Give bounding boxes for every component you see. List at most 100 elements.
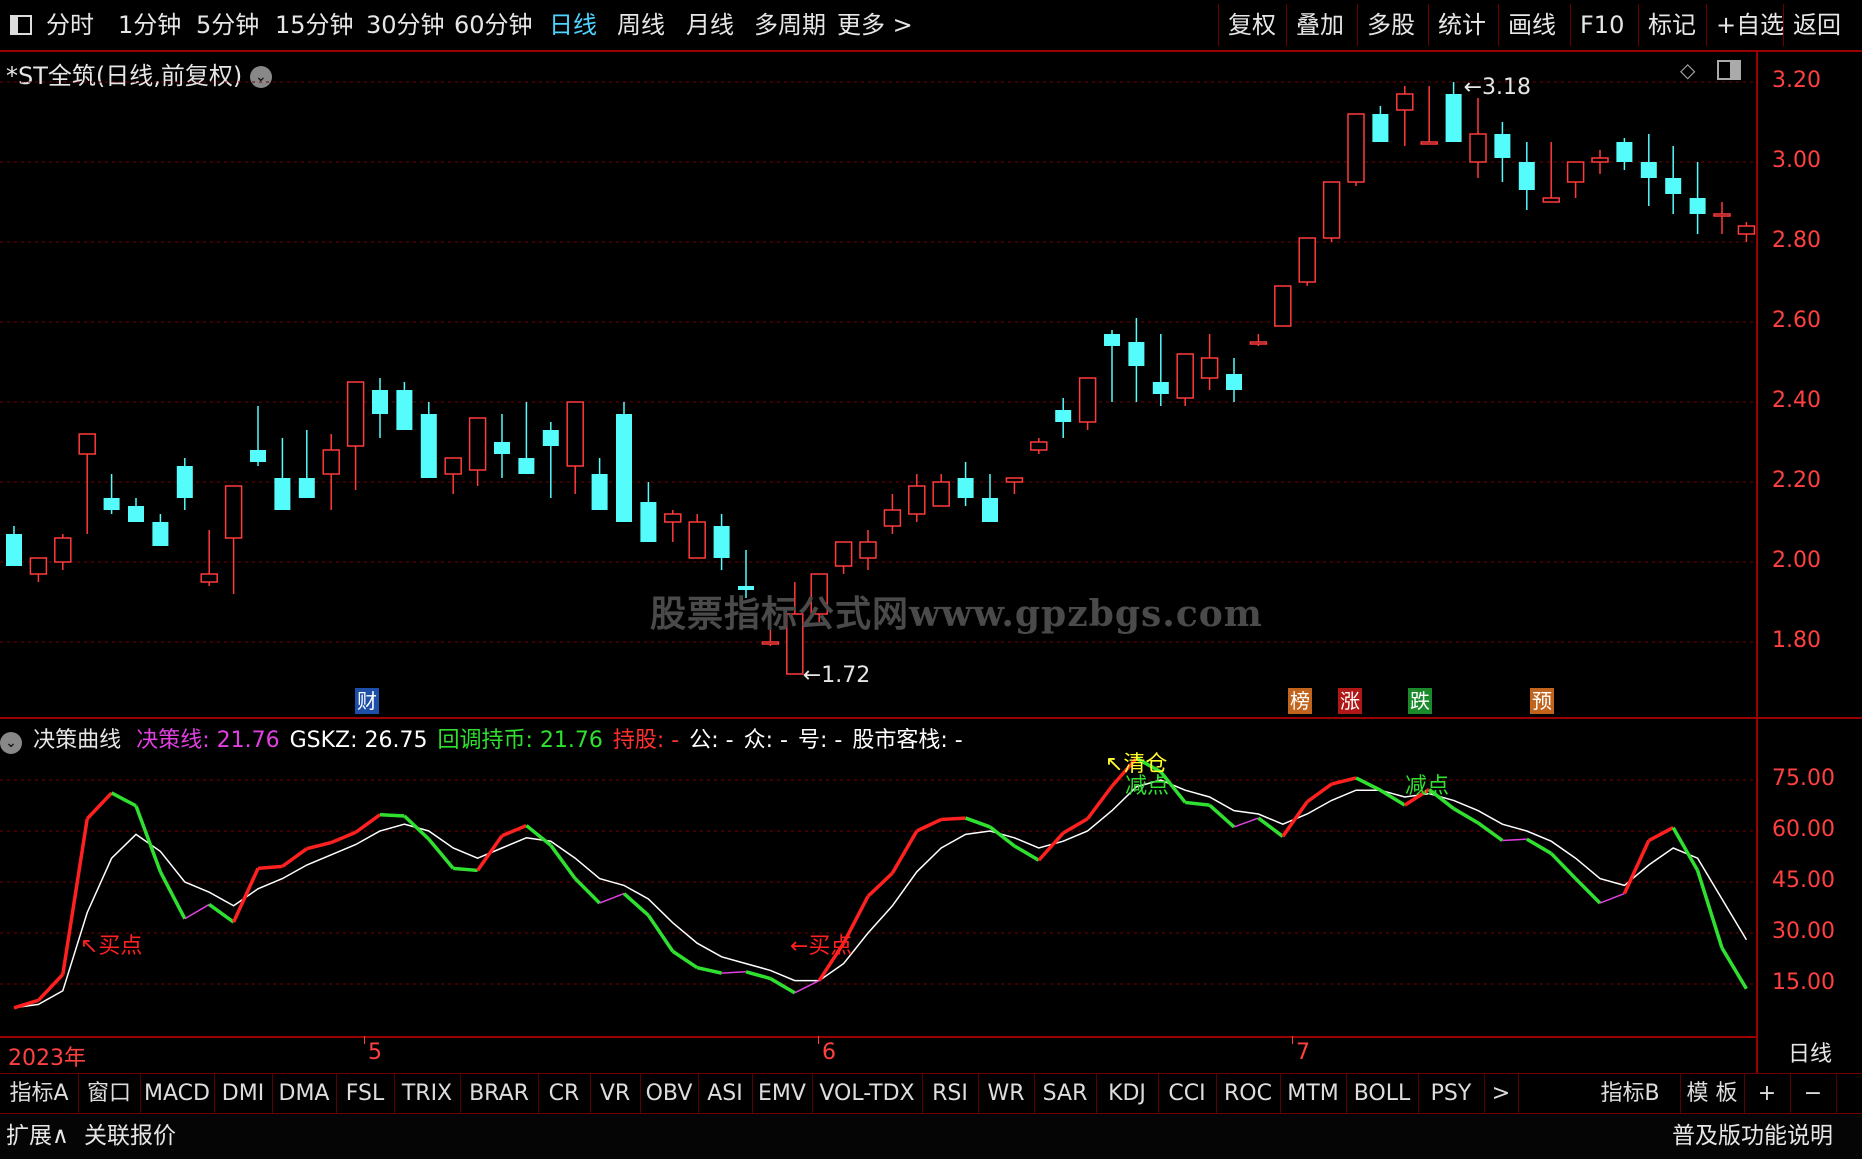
indicator-tab-23[interactable]: > (1484, 1074, 1519, 1114)
candle-body (322, 449, 340, 475)
decision-line-segment (1355, 776, 1382, 792)
toolbar-separator (1357, 4, 1358, 46)
indicator-tab-7[interactable]: BRAR (460, 1074, 539, 1114)
indicator-tab-0[interactable]: 指标A (0, 1074, 79, 1114)
indicator-tab-1[interactable]: 窗口 (78, 1074, 141, 1114)
period-tab-6[interactable]: 日线 (549, 0, 597, 50)
period-tab-7[interactable]: 周线 (617, 0, 665, 50)
indicator-tab-24[interactable]: 指标B (1580, 1074, 1681, 1114)
candle-body (444, 457, 462, 475)
indicator-tab-12[interactable]: EMV (752, 1074, 813, 1114)
decision-line-segment (1720, 947, 1748, 990)
buy-signal-1: ↖买点 (80, 934, 142, 959)
indicator-tab-9[interactable]: VR (590, 1074, 641, 1114)
decision-line-segment (1013, 844, 1040, 862)
indicator-tab-15[interactable]: WR (978, 1074, 1035, 1114)
event-tag-4[interactable]: 预 (1530, 688, 1554, 714)
candle-body (54, 537, 72, 563)
candle-body (6, 534, 22, 566)
candle-body (834, 541, 853, 567)
low-price-label: ←1.72 (803, 663, 870, 688)
indicator-tab-5[interactable]: FSL (336, 1074, 395, 1114)
candle-body (1104, 334, 1120, 346)
indicator-tab-8[interactable]: CR (538, 1074, 591, 1114)
price-y-tick: 2.20 (1772, 468, 1821, 493)
related-quotes-button[interactable]: 关联报价 (84, 1114, 176, 1159)
candle-body (1469, 133, 1487, 163)
period-tab-9[interactable]: 多周期 (754, 0, 826, 50)
x-axis-label-1: 5 (368, 1040, 382, 1065)
candle-body (200, 573, 218, 583)
indicator-tab-2[interactable]: MACD (140, 1074, 215, 1114)
indicator-tab-16[interactable]: SAR (1034, 1074, 1097, 1114)
candle-body (224, 485, 243, 539)
indicator-tab-19[interactable]: ROC (1216, 1074, 1281, 1114)
tool-button-7[interactable]: +自选 (1716, 0, 1784, 50)
toolbar-separator (1706, 4, 1707, 46)
candle-body (346, 381, 365, 447)
decision-line-segment (671, 949, 699, 970)
tool-button-0[interactable]: 复权 (1228, 0, 1276, 50)
indicator-tab-26[interactable]: + (1744, 1074, 1791, 1114)
candle-body (1494, 134, 1511, 158)
indicator-chart[interactable]: ↖买点 ←买点↖清仓减点 减点 (0, 719, 1756, 1036)
feature-help-button[interactable]: 普及版功能说明 (1672, 1114, 1833, 1159)
decision-line-segment (1525, 837, 1553, 855)
tool-button-4[interactable]: 画线 (1508, 0, 1556, 50)
decision-line-segment (1233, 817, 1259, 828)
period-tab-1[interactable]: 1分钟 (118, 0, 181, 50)
indicator-tab-27[interactable]: − (1790, 1074, 1837, 1114)
candle-body (664, 513, 682, 523)
ind-y-tick: 15.00 (1772, 970, 1835, 995)
decision-line-segment (1379, 788, 1406, 807)
indicator-tab-22[interactable]: PSY (1418, 1074, 1485, 1114)
event-tag-0[interactable]: 财 (355, 688, 379, 714)
decision-line-segment (158, 870, 187, 920)
x-axis-tick (364, 1036, 365, 1044)
candle-body (1298, 237, 1316, 283)
expand-button[interactable]: 扩展∧ (6, 1114, 69, 1159)
indicator-tab-25[interactable]: 模 板 (1680, 1074, 1745, 1114)
indicator-tab-6[interactable]: TRIX (394, 1074, 461, 1114)
tool-button-3[interactable]: 统计 (1438, 0, 1486, 50)
indicator-tab-21[interactable]: BOLL (1346, 1074, 1419, 1114)
tool-button-6[interactable]: 标记 (1648, 0, 1696, 50)
watermark: 股票指标公式网www.gpzbgs.com (650, 593, 1263, 635)
period-tab-0[interactable]: 分时 (46, 0, 94, 50)
candle-body (1566, 161, 1585, 183)
candle-body (932, 481, 950, 507)
tool-button-5[interactable]: F10 (1580, 0, 1624, 50)
indicator-tab-4[interactable]: DMA (272, 1074, 337, 1114)
period-tab-2[interactable]: 5分钟 (196, 0, 259, 50)
period-tab-4[interactable]: 30分钟 (366, 0, 445, 50)
gskz-line (13, 779, 1748, 1009)
event-tag-3[interactable]: 跌 (1408, 688, 1432, 714)
indicator-tab-17[interactable]: KDJ (1096, 1074, 1159, 1114)
candle-body (1591, 157, 1609, 163)
period-tab-8[interactable]: 月线 (686, 0, 734, 50)
indicator-tab-11[interactable]: ASI (698, 1074, 753, 1114)
candle-body (1005, 477, 1024, 483)
period-tab-5[interactable]: 60分钟 (454, 0, 533, 50)
decision-line-segment (696, 965, 722, 975)
indicator-tab-20[interactable]: MTM (1280, 1074, 1347, 1114)
candle-body (468, 417, 487, 471)
indicator-tab-18[interactable]: CCI (1158, 1074, 1217, 1114)
tool-button-1[interactable]: 叠加 (1296, 0, 1344, 50)
indicator-tab-3[interactable]: DMI (214, 1074, 273, 1114)
period-tab-10[interactable]: 更多 > (837, 0, 913, 50)
price-y-tick: 2.80 (1772, 228, 1821, 253)
tool-button-2[interactable]: 多股 (1367, 0, 1415, 50)
decision-line-segment (476, 834, 504, 872)
candle-body (298, 478, 315, 498)
ind-y-tick: 60.00 (1772, 817, 1835, 842)
indicator-tab-14[interactable]: RSI (922, 1074, 979, 1114)
panel-toggle-icon[interactable] (8, 0, 34, 50)
tool-button-8[interactable]: 返回 (1793, 0, 1841, 50)
candle-body (250, 450, 266, 462)
indicator-tab-13[interactable]: VOL-TDX (812, 1074, 923, 1114)
event-tag-1[interactable]: 榜 (1288, 688, 1312, 714)
event-tag-2[interactable]: 涨 (1338, 688, 1362, 714)
period-tab-3[interactable]: 15分钟 (275, 0, 354, 50)
indicator-tab-10[interactable]: OBV (640, 1074, 699, 1114)
